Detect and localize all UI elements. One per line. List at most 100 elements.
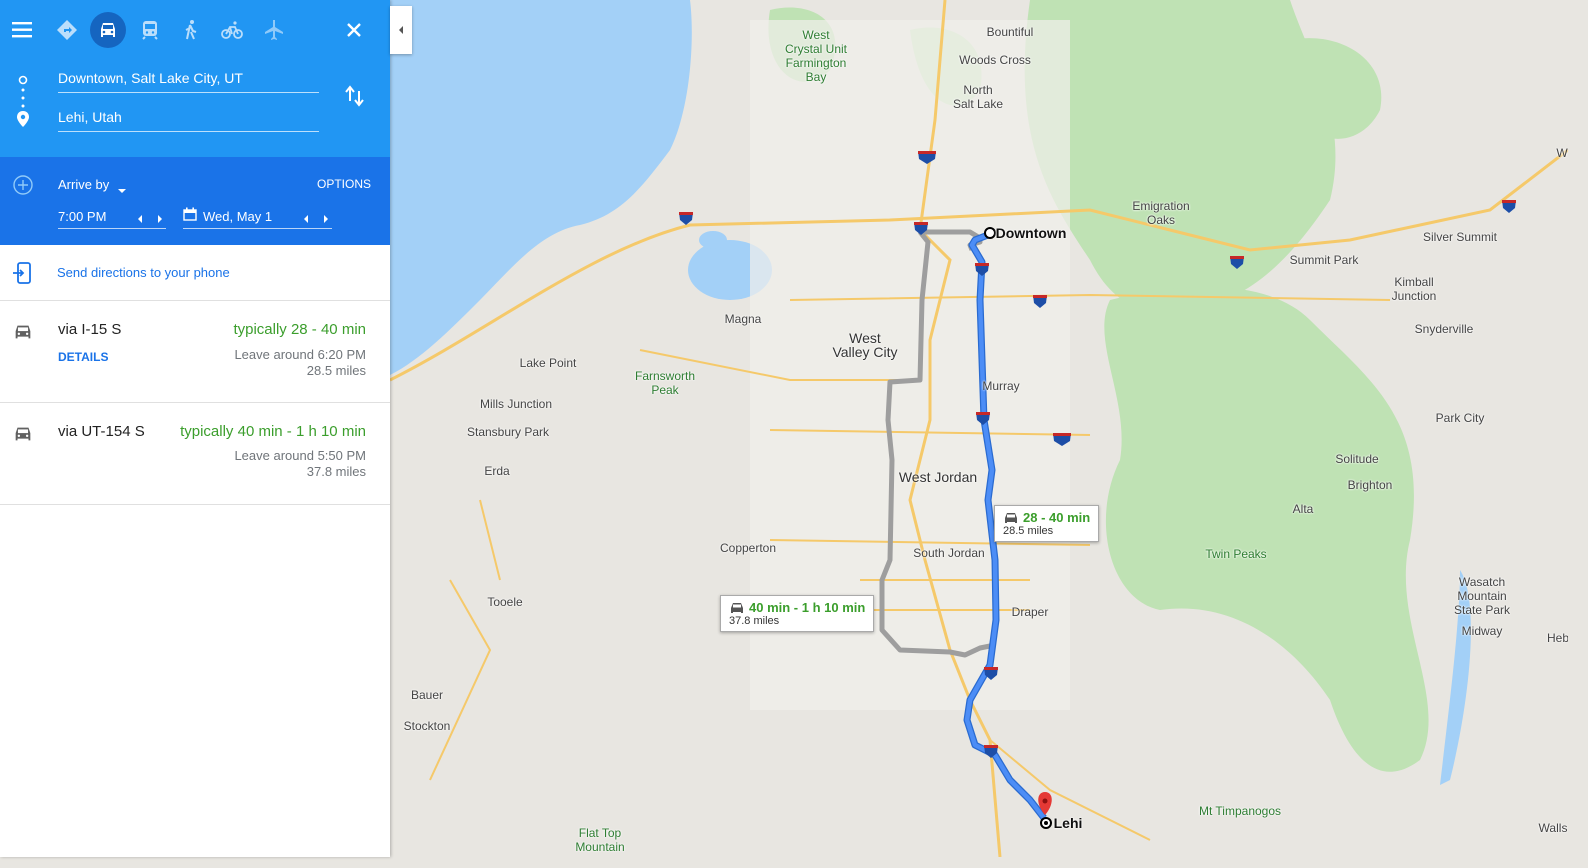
route-dots-icon bbox=[21, 88, 25, 108]
place-label[interactable]: Erda bbox=[484, 464, 509, 478]
origin-input[interactable]: Downtown, Salt Lake City, UT bbox=[58, 70, 243, 86]
place-label[interactable]: Downtown bbox=[996, 226, 1067, 240]
time-next-icon[interactable] bbox=[156, 211, 164, 229]
place-label[interactable]: Brighton bbox=[1348, 478, 1393, 492]
arrive-by-select[interactable]: Arrive by bbox=[58, 177, 109, 192]
route-option-2[interactable]: via UT-154 S typically 40 min - 1 h 10 m… bbox=[0, 403, 390, 505]
place-label[interactable]: Tooele bbox=[487, 595, 522, 609]
time-field[interactable]: 7:00 PM bbox=[58, 209, 106, 224]
route-name: via I-15 S bbox=[58, 321, 122, 338]
i215-shield-icon bbox=[916, 149, 938, 167]
add-destination-icon[interactable] bbox=[12, 174, 34, 196]
date-field[interactable]: Wed, May 1 bbox=[203, 209, 272, 224]
place-label[interactable]: Wasatch Mountain State Park bbox=[1454, 575, 1510, 617]
swap-icon[interactable] bbox=[344, 84, 366, 108]
map-background bbox=[390, 0, 1568, 857]
place-label[interactable]: Mt Timpanogos bbox=[1199, 804, 1281, 818]
i80-shield-icon bbox=[1501, 198, 1517, 216]
place-label[interactable]: Bauer bbox=[411, 688, 443, 702]
place-label[interactable]: Summit Park bbox=[1290, 253, 1359, 267]
i15-shield-icon bbox=[983, 743, 999, 761]
route-distance: 37.8 miles bbox=[306, 464, 366, 479]
origin-underline bbox=[58, 92, 319, 93]
place-label[interactable]: Draper bbox=[1012, 605, 1049, 619]
destination-input[interactable]: Lehi, Utah bbox=[58, 109, 122, 125]
place-label[interactable]: West Jordan bbox=[899, 470, 977, 484]
route-distance: 28.5 miles bbox=[306, 363, 366, 378]
place-label[interactable]: W bbox=[1556, 146, 1567, 160]
route-callout-primary[interactable]: 28 - 40 min 28.5 miles bbox=[994, 505, 1100, 542]
car-icon bbox=[12, 423, 34, 445]
walk-icon[interactable] bbox=[173, 12, 209, 48]
place-label[interactable]: Flat Top Mountain bbox=[575, 826, 624, 854]
place-label[interactable]: Solitude bbox=[1335, 452, 1378, 466]
place-label[interactable]: Alta bbox=[1293, 502, 1314, 516]
place-label[interactable]: Mills Junction bbox=[480, 397, 552, 411]
time-prev-icon[interactable] bbox=[136, 211, 144, 229]
calendar-icon bbox=[183, 207, 197, 226]
place-label[interactable]: Emigration Oaks bbox=[1132, 199, 1189, 227]
date-prev-icon[interactable] bbox=[302, 211, 310, 229]
place-label[interactable]: Walls bbox=[1539, 821, 1568, 835]
bike-icon[interactable] bbox=[214, 12, 250, 48]
place-label[interactable]: South Jordan bbox=[913, 546, 984, 560]
place-label[interactable]: Murray bbox=[982, 379, 1019, 393]
options-button[interactable]: OPTIONS bbox=[317, 177, 371, 191]
place-label[interactable]: North Salt Lake bbox=[953, 83, 1003, 111]
place-label[interactable]: Kimball Junction bbox=[1392, 275, 1437, 303]
route-option-1[interactable]: via I-15 S typically 28 - 40 min DETAILS… bbox=[0, 301, 390, 403]
place-label[interactable]: Magna bbox=[725, 312, 762, 326]
great-salt-lake bbox=[390, 0, 692, 375]
callout-time: 40 min - 1 h 10 min bbox=[749, 600, 866, 615]
route-leave: Leave around 6:20 PM bbox=[234, 347, 366, 362]
route-callout-alt[interactable]: 40 min - 1 h 10 min 37.8 miles bbox=[720, 595, 875, 632]
chevron-down-icon[interactable] bbox=[117, 181, 127, 193]
callout-distance: 28.5 miles bbox=[1003, 525, 1054, 537]
i80-shield-icon bbox=[913, 220, 929, 238]
place-label[interactable]: Lehi bbox=[1054, 816, 1083, 830]
origin-marker[interactable] bbox=[984, 227, 996, 239]
place-label[interactable]: Copperton bbox=[720, 541, 776, 555]
send-to-phone-link[interactable]: Send directions to your phone bbox=[57, 265, 230, 280]
route-time: typically 28 - 40 min bbox=[233, 321, 366, 338]
map-canvas[interactable]: West Crystal Unit Farmington Bay Bountif… bbox=[390, 0, 1568, 857]
date-underline bbox=[183, 228, 332, 229]
menu-icon[interactable] bbox=[12, 20, 34, 40]
place-label[interactable]: Stockton bbox=[404, 719, 451, 733]
i215-shield-icon bbox=[1051, 431, 1073, 449]
place-label[interactable]: Snyderville bbox=[1415, 322, 1474, 336]
place-label[interactable]: Lake Point bbox=[520, 356, 577, 370]
callout-time: 28 - 40 min bbox=[1023, 510, 1091, 525]
place-label[interactable]: Bountiful bbox=[987, 25, 1034, 39]
place-label[interactable]: West Valley City bbox=[832, 331, 897, 359]
road-line bbox=[429, 499, 501, 781]
origin-circle-icon bbox=[18, 72, 28, 85]
train-icon[interactable] bbox=[132, 12, 168, 48]
destination-marker-dot bbox=[1044, 821, 1048, 825]
plane-icon[interactable] bbox=[256, 12, 292, 48]
place-label[interactable]: Midway bbox=[1462, 624, 1503, 638]
car-icon[interactable] bbox=[90, 12, 126, 48]
car-icon bbox=[1005, 512, 1017, 523]
place-label[interactable]: Heb bbox=[1547, 631, 1568, 645]
date-next-icon[interactable] bbox=[322, 211, 330, 229]
i15-shield-icon bbox=[983, 665, 999, 683]
send-to-phone-row[interactable]: Send directions to your phone bbox=[0, 245, 390, 301]
i80-shield-icon bbox=[1229, 254, 1245, 272]
chevron-left-icon bbox=[399, 26, 403, 34]
collapse-panel-button[interactable] bbox=[390, 6, 412, 54]
details-button[interactable]: DETAILS bbox=[58, 350, 108, 364]
i80-shield-icon bbox=[1032, 293, 1048, 311]
place-label[interactable]: Twin Peaks bbox=[1205, 547, 1266, 561]
place-label[interactable]: West Crystal Unit Farmington Bay bbox=[785, 28, 847, 84]
directions-icon[interactable] bbox=[49, 12, 85, 48]
route-name: via UT-154 S bbox=[58, 423, 145, 440]
place-label[interactable]: Park City bbox=[1436, 411, 1485, 425]
place-label[interactable]: Woods Cross bbox=[959, 53, 1031, 67]
place-label[interactable]: Stansbury Park bbox=[467, 425, 549, 439]
place-label[interactable]: Farnsworth Peak bbox=[635, 369, 695, 397]
callout-distance: 37.8 miles bbox=[729, 615, 780, 627]
forest-area bbox=[1104, 286, 1429, 772]
place-label[interactable]: Silver Summit bbox=[1423, 230, 1497, 244]
close-icon[interactable] bbox=[344, 20, 364, 40]
